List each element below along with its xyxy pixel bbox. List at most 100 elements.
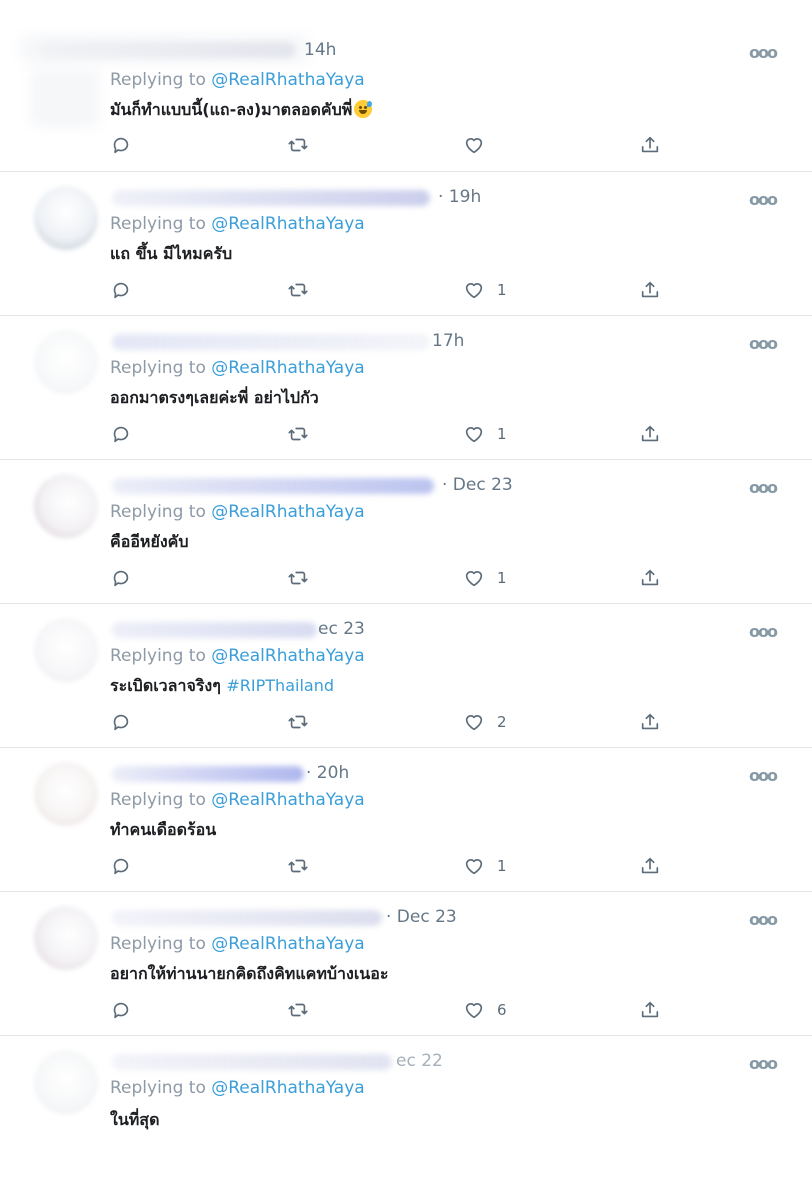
tweet-text: ออกมาตรงๆเลยค่ะพี่ อย่าไปกัว bbox=[110, 388, 319, 407]
share-button[interactable] bbox=[639, 998, 661, 1022]
reply-button[interactable] bbox=[110, 854, 132, 878]
retweet-icon bbox=[288, 1003, 308, 1017]
heart-icon bbox=[465, 1003, 483, 1019]
retweet-button[interactable] bbox=[287, 998, 309, 1022]
reply-tweet[interactable]: 14h ooo Replying to @RealRhathaYaya มันก… bbox=[0, 28, 812, 172]
tweet-time: 17h bbox=[432, 331, 465, 351]
retweet-icon bbox=[288, 138, 308, 152]
share-button[interactable] bbox=[639, 278, 661, 302]
author-name-redacted bbox=[40, 42, 295, 58]
share-button[interactable] bbox=[639, 422, 661, 446]
reply-tweet[interactable]: 17h ooo Replying to @RealRhathaYaya ออกม… bbox=[0, 316, 812, 460]
share-icon bbox=[641, 713, 659, 730]
replying-to: Replying to @RealRhathaYaya bbox=[110, 790, 365, 810]
tweet-time: · 20h bbox=[306, 763, 350, 783]
replying-handle-link[interactable]: @RealRhathaYaya bbox=[211, 70, 364, 90]
tweet-text: ในที่สุด bbox=[110, 1110, 160, 1129]
hashtag-link[interactable]: #RIPThailand bbox=[226, 676, 334, 695]
tweet-time: · Dec 23 bbox=[442, 475, 513, 495]
like-button[interactable]: 1 bbox=[463, 854, 507, 878]
like-count: 2 bbox=[497, 713, 507, 731]
reply-button[interactable] bbox=[110, 422, 132, 446]
share-icon bbox=[641, 857, 659, 874]
replying-handle-link[interactable]: @RealRhathaYaya bbox=[211, 1078, 364, 1098]
avatar bbox=[34, 762, 98, 826]
replying-to: Replying to @RealRhathaYaya bbox=[110, 70, 365, 90]
replying-handle-link[interactable]: @RealRhathaYaya bbox=[211, 646, 364, 666]
avatar bbox=[34, 1050, 98, 1114]
heart-icon bbox=[465, 283, 483, 299]
retweet-button[interactable] bbox=[287, 133, 309, 157]
reply-tweet[interactable]: · Dec 23 ooo Replying to @RealRhathaYaya… bbox=[0, 892, 812, 1036]
avatar bbox=[34, 906, 98, 970]
like-count: 1 bbox=[497, 425, 507, 443]
reply-icon bbox=[113, 137, 129, 154]
reply-button[interactable] bbox=[110, 278, 132, 302]
more-options-icon[interactable]: ooo bbox=[749, 910, 778, 929]
retweet-icon bbox=[288, 283, 308, 297]
replying-to: Replying to @RealRhathaYaya bbox=[110, 502, 365, 522]
tweet-time: 14h bbox=[304, 40, 337, 60]
reply-button[interactable] bbox=[110, 133, 132, 157]
avatar bbox=[34, 618, 98, 682]
like-button[interactable]: 1 bbox=[463, 566, 507, 590]
heart-icon bbox=[465, 571, 483, 587]
replying-handle-link[interactable]: @RealRhathaYaya bbox=[211, 214, 364, 234]
tweet-text: อยากให้ท่านนายกคิดถึงคิทแคทบ้างเนอะ bbox=[110, 964, 389, 983]
share-button[interactable] bbox=[639, 854, 661, 878]
more-options-icon[interactable]: ooo bbox=[749, 622, 778, 641]
more-options-icon[interactable]: ooo bbox=[749, 478, 778, 497]
share-icon bbox=[641, 1001, 659, 1018]
share-button[interactable] bbox=[639, 133, 661, 157]
replying-handle-link[interactable]: @RealRhathaYaya bbox=[211, 502, 364, 522]
replying-handle-link[interactable]: @RealRhathaYaya bbox=[211, 934, 364, 954]
like-button[interactable]: 6 bbox=[463, 998, 507, 1022]
reply-button[interactable] bbox=[110, 998, 132, 1022]
retweet-button[interactable] bbox=[287, 854, 309, 878]
reply-tweet[interactable]: · Dec 23 ooo Replying to @RealRhathaYaya… bbox=[0, 460, 812, 604]
retweet-button[interactable] bbox=[287, 422, 309, 446]
heart-icon bbox=[465, 427, 483, 443]
author-name-redacted bbox=[112, 478, 434, 494]
retweet-icon bbox=[288, 427, 308, 441]
tweet-time: · 19h bbox=[438, 187, 482, 207]
replying-to: Replying to @RealRhathaYaya bbox=[110, 214, 365, 234]
replying-to: Replying to @RealRhathaYaya bbox=[110, 1078, 365, 1098]
replying-handle-link[interactable]: @RealRhathaYaya bbox=[211, 358, 364, 378]
heart-icon bbox=[465, 138, 483, 154]
author-name-redacted bbox=[112, 766, 304, 782]
reply-tweet[interactable]: · 19h ooo Replying to @RealRhathaYaya แถ… bbox=[0, 172, 812, 316]
retweet-icon bbox=[288, 715, 308, 729]
reply-tweet[interactable]: ec 22 ooo Replying to @RealRhathaYaya ใน… bbox=[0, 1036, 812, 1180]
tweet-text: ระเบิดเวลาจริงๆ #RIPThailand bbox=[110, 676, 334, 695]
share-icon bbox=[641, 136, 659, 153]
retweet-button[interactable] bbox=[287, 710, 309, 734]
like-button[interactable]: 1 bbox=[463, 422, 507, 446]
reply-button[interactable] bbox=[110, 566, 132, 590]
reply-tweet[interactable]: · 20h ooo Replying to @RealRhathaYaya ทำ… bbox=[0, 748, 812, 892]
author-name-redacted bbox=[112, 622, 317, 638]
retweet-icon bbox=[288, 571, 308, 585]
like-button[interactable] bbox=[463, 133, 497, 157]
more-options-icon[interactable]: ooo bbox=[749, 43, 778, 62]
reply-button[interactable] bbox=[110, 710, 132, 734]
reply-tweet[interactable]: ec 23 ooo Replying to @RealRhathaYaya ระ… bbox=[0, 604, 812, 748]
like-button[interactable]: 1 bbox=[463, 278, 507, 302]
tweet-time: ec 22 bbox=[396, 1051, 443, 1071]
replying-handle-link[interactable]: @RealRhathaYaya bbox=[211, 790, 364, 810]
retweet-button[interactable] bbox=[287, 566, 309, 590]
like-button[interactable]: 2 bbox=[463, 710, 507, 734]
reply-icon bbox=[113, 426, 129, 443]
heart-icon bbox=[465, 859, 483, 875]
more-options-icon[interactable]: ooo bbox=[749, 190, 778, 209]
avatar bbox=[34, 186, 98, 250]
share-button[interactable] bbox=[639, 710, 661, 734]
share-button[interactable] bbox=[639, 566, 661, 590]
like-count: 1 bbox=[497, 569, 507, 587]
author-name-redacted bbox=[112, 334, 430, 350]
more-options-icon[interactable]: ooo bbox=[749, 1054, 778, 1073]
tweet-text: ทำคนเดือดร้อน bbox=[110, 820, 217, 839]
more-options-icon[interactable]: ooo bbox=[749, 766, 778, 785]
more-options-icon[interactable]: ooo bbox=[749, 334, 778, 353]
retweet-button[interactable] bbox=[287, 278, 309, 302]
